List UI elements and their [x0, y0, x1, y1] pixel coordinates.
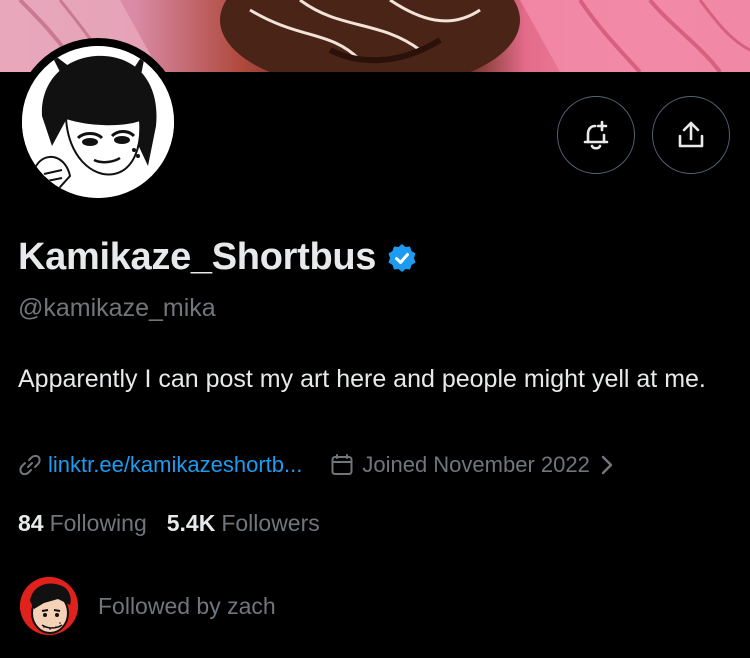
- profile-avatar[interactable]: [14, 38, 182, 206]
- followers-label: Followers: [221, 510, 320, 536]
- bell-plus-icon: [579, 118, 613, 152]
- calendar-icon: [330, 453, 354, 477]
- followers-stat[interactable]: 5.4K Followers: [167, 510, 320, 537]
- follow-stats: 84 Following 5.4K Followers: [18, 510, 320, 537]
- followers-count: 5.4K: [166, 510, 216, 536]
- following-label: Following: [49, 510, 147, 536]
- verified-badge-icon[interactable]: [386, 242, 418, 274]
- following-count: 84: [18, 510, 44, 536]
- link-icon: [18, 453, 42, 477]
- joined-label: Joined November 2022: [362, 452, 590, 477]
- chevron-right-icon: [600, 454, 614, 476]
- followed-by-text: Followed by zach: [98, 592, 276, 619]
- display-name: Kamikaze_Shortbus: [18, 236, 377, 278]
- avatar-image: [22, 46, 174, 198]
- share-button[interactable]: [652, 96, 730, 174]
- name-row: Kamikaze_Shortbus: [18, 236, 418, 279]
- share-upload-icon: [674, 118, 708, 152]
- follower-avatar: [20, 577, 78, 635]
- followed-by-row[interactable]: Followed by zach: [20, 577, 276, 635]
- profile-meta: linktr.ee/kamikazeshortb... Joined Novem…: [18, 452, 614, 478]
- user-handle: @kamikaze_mika: [18, 294, 216, 322]
- notify-button[interactable]: [557, 96, 635, 174]
- profile-link[interactable]: linktr.ee/kamikazeshortb...: [48, 452, 302, 478]
- profile-bio: Apparently I can post my art here and pe…: [18, 365, 706, 393]
- joined-date[interactable]: Joined November 2022: [330, 452, 613, 478]
- following-stat[interactable]: 84 Following: [18, 510, 147, 537]
